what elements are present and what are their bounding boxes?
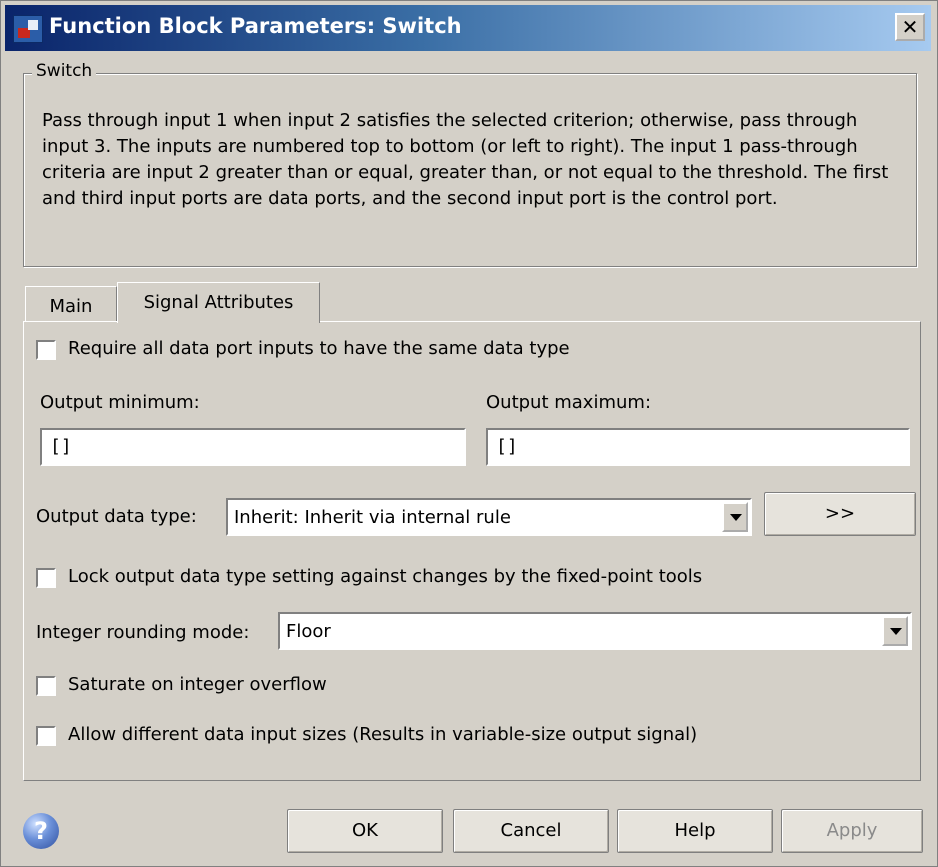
chevron-down-icon[interactable]	[882, 616, 908, 646]
cancel-button[interactable]: Cancel	[453, 809, 609, 853]
lock-output-checkbox[interactable]	[36, 568, 56, 588]
chevron-down-icon[interactable]	[722, 502, 748, 532]
help-button[interactable]: Help	[617, 809, 773, 853]
ok-button[interactable]: OK	[287, 809, 443, 853]
data-type-assistant-button[interactable]: >>	[764, 492, 916, 536]
integer-rounding-label: Integer rounding mode:	[36, 622, 250, 643]
title-bar[interactable]: Function Block Parameters: Switch ✕	[5, 5, 931, 51]
require-same-type-label: Require all data port inputs to have the…	[68, 338, 570, 359]
block-description-group: Switch Pass through input 1 when input 2…	[23, 61, 917, 267]
window-title: Function Block Parameters: Switch	[49, 14, 462, 38]
output-maximum-label: Output maximum:	[486, 392, 652, 413]
allow-different-sizes-checkbox[interactable]	[36, 726, 56, 746]
saturate-label: Saturate on integer overflow	[68, 674, 327, 695]
simulink-block-icon	[13, 15, 43, 43]
apply-button[interactable]: Apply	[781, 809, 923, 853]
block-description: Pass through input 1 when input 2 satisf…	[42, 110, 889, 209]
output-minimum-label: Output minimum:	[40, 392, 200, 413]
integer-rounding-select[interactable]: Floor	[278, 612, 912, 650]
output-data-type-select[interactable]: Inherit: Inherit via internal rule	[226, 498, 752, 536]
close-icon[interactable]: ✕	[895, 13, 925, 41]
allow-different-sizes-label: Allow different data input sizes (Result…	[68, 724, 698, 745]
help-icon[interactable]: ?	[23, 813, 59, 849]
output-minimum-field[interactable]: []	[40, 428, 466, 466]
integer-rounding-value: Floor	[286, 621, 331, 642]
require-same-type-checkbox[interactable]	[36, 340, 56, 360]
group-legend: Switch	[32, 61, 97, 81]
dialog-window: Function Block Parameters: Switch ✕ Swit…	[0, 0, 938, 867]
tab-signal-attributes[interactable]: Signal Attributes	[117, 282, 320, 323]
signal-attributes-panel: Require all data port inputs to have the…	[23, 321, 921, 781]
saturate-checkbox[interactable]	[36, 676, 56, 696]
lock-output-label: Lock output data type setting against ch…	[68, 566, 703, 587]
output-maximum-field[interactable]: []	[486, 428, 910, 466]
output-data-type-label: Output data type:	[36, 506, 197, 527]
tab-main[interactable]: Main	[25, 286, 117, 322]
output-data-type-value: Inherit: Inherit via internal rule	[234, 507, 511, 528]
